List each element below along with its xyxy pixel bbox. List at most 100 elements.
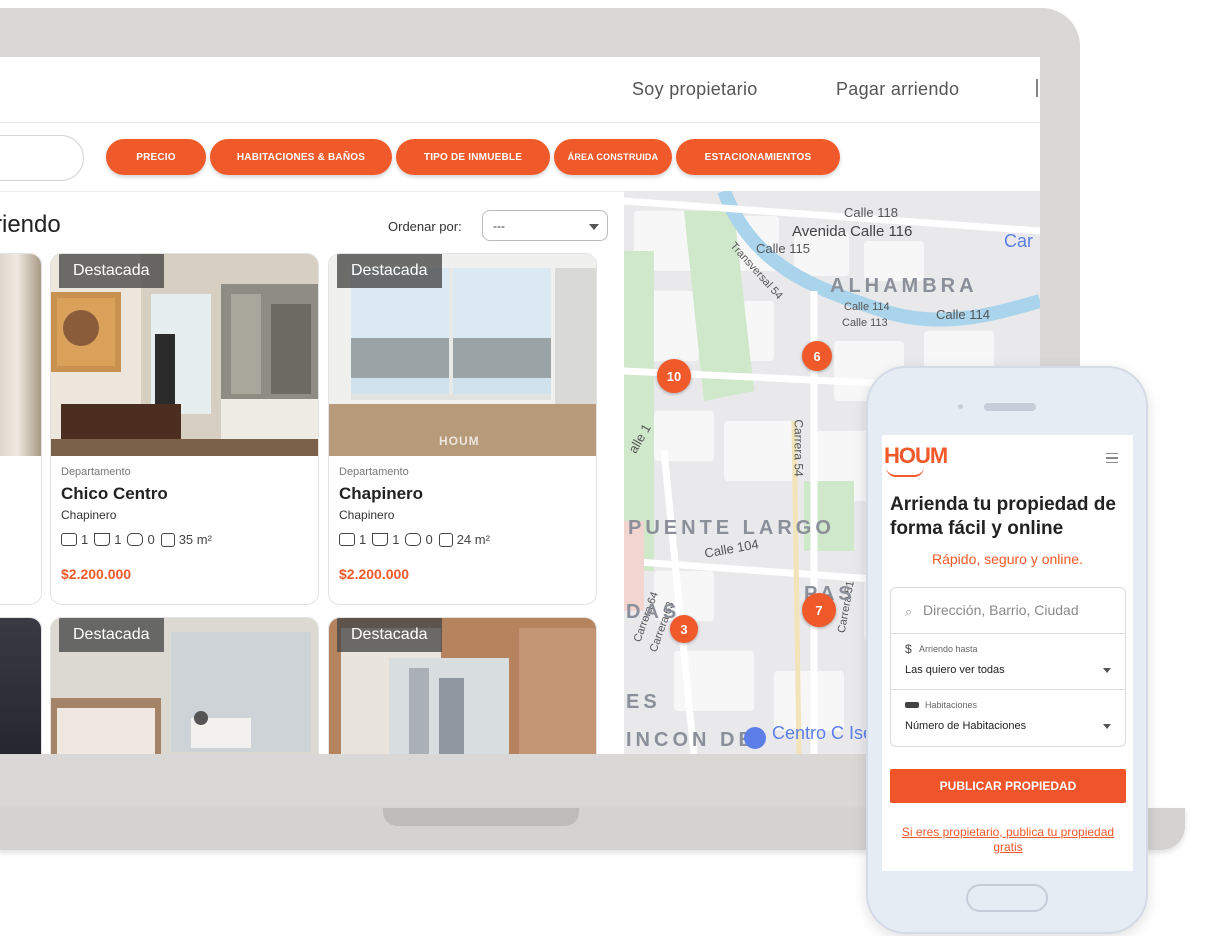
max-rent-select[interactable]: $ Arriendo hasta Las quiero ver todas	[891, 634, 1125, 690]
district-label: ES	[626, 691, 661, 713]
owner-publish-link[interactable]: Si eres propietario, publica tu propieda…	[894, 825, 1122, 855]
street-label: Calle 114	[936, 307, 990, 322]
chevron-down-icon	[1103, 724, 1111, 729]
rooms-select[interactable]: Habitaciones Número de Habitaciones	[891, 690, 1125, 748]
district-label: ALHAMBRA	[830, 275, 978, 297]
parking-count: 0	[147, 532, 155, 547]
featured-badge: Destacada	[337, 618, 442, 652]
dollar-icon: $	[905, 642, 912, 656]
property-photo	[0, 254, 41, 456]
address-search-input[interactable]: ⌕ Dirección, Barrio, Ciudad	[891, 588, 1125, 634]
home-button[interactable]	[966, 884, 1048, 912]
max-rent-value: Las quiero ver todas	[905, 664, 1005, 676]
filter-rooms-baths-button[interactable]: HABITACIONES & BAÑOS	[210, 139, 392, 175]
property-card-partial[interactable]	[0, 253, 42, 605]
property-size: 35 m²	[178, 532, 212, 547]
nav-link-pay-rent[interactable]: Pagar arriendo	[836, 79, 959, 100]
filter-property-type-button[interactable]: TIPO DE INMUEBLE	[396, 139, 550, 175]
nav-link-owner[interactable]: Soy propietario	[632, 79, 758, 100]
logo-smile	[886, 467, 924, 477]
property-photo: Destacada HOUM	[329, 254, 596, 456]
property-photo: Destacada	[51, 618, 318, 754]
street-label: Carrera 54	[791, 419, 806, 477]
car-icon	[405, 533, 422, 546]
street-label: Calle 113	[842, 317, 888, 329]
property-name: Chico Centro	[61, 484, 168, 503]
property-card[interactable]: Destacada HOUM Departamento Chapinero Ch…	[328, 253, 597, 605]
map-cluster-marker[interactable]: 6	[802, 341, 832, 371]
divider	[0, 191, 624, 192]
top-navigation: Soy propietario Pagar arriendo	[0, 57, 1040, 123]
property-price: $2.200.000	[61, 566, 132, 582]
address-placeholder: Dirección, Barrio, Ciudad	[923, 602, 1079, 618]
houm-watermark: HOUM	[439, 434, 480, 448]
featured-badge: Destacada	[337, 254, 442, 288]
property-name: Chapinero	[339, 484, 424, 503]
bath-icon	[94, 533, 111, 546]
area-icon	[438, 532, 453, 547]
property-photo: Destacada	[329, 618, 596, 754]
hero-title: Arrienda tu propiedad de forma fácil y o…	[890, 494, 1116, 539]
search-form: ⌕ Dirección, Barrio, Ciudad $ Arriendo h…	[890, 587, 1126, 747]
street-label: Car	[1004, 231, 1034, 251]
district-label: INCON DE	[626, 729, 756, 751]
area-icon	[160, 532, 175, 547]
street-label: Calle 114	[844, 301, 890, 313]
chevron-down-icon	[589, 224, 599, 230]
speaker-grille	[984, 403, 1036, 411]
featured-badge: Destacada	[59, 618, 164, 652]
map-cluster-marker[interactable]: 7	[802, 593, 836, 627]
nav-link-truncated[interactable]	[1036, 79, 1038, 97]
filter-built-area-button[interactable]: ÁREA CONSTRUIDA	[554, 139, 672, 175]
bath-count: 1	[114, 532, 122, 547]
shopping-bag-icon	[744, 727, 766, 749]
property-type: Departamento	[61, 466, 131, 478]
max-rent-label: Arriendo hasta	[919, 644, 978, 654]
property-photo: Destacada	[51, 254, 318, 456]
hamburger-menu-icon[interactable]	[1106, 453, 1118, 463]
property-size: 24 m²	[456, 532, 490, 547]
property-type: Departamento	[339, 466, 409, 478]
publish-property-button[interactable]: PUBLICAR PROPIEDAD	[890, 769, 1126, 803]
property-card[interactable]: Destacada	[328, 617, 597, 754]
bed-icon	[905, 702, 919, 708]
bed-icon	[339, 533, 355, 546]
filter-price-button[interactable]: PRECIO	[106, 139, 206, 175]
phone-screen: HOUM Arrienda tu propiedad de forma fáci…	[882, 435, 1133, 871]
bed-icon	[61, 533, 77, 546]
car-icon	[127, 533, 144, 546]
chevron-down-icon	[1103, 668, 1111, 673]
property-card[interactable]: Destacada Departamento Chico Centro Chap…	[50, 253, 319, 605]
property-area: Chapinero	[339, 508, 395, 522]
room-count: 1	[359, 532, 367, 547]
property-features: 1 1 0 35 m²	[61, 532, 212, 547]
laptop-notch	[383, 808, 579, 826]
houm-logo[interactable]: HOUM	[884, 443, 948, 469]
property-card-partial[interactable]	[0, 617, 42, 754]
property-features: 1 1 0 24 m²	[339, 532, 490, 547]
property-price: $2.200.000	[339, 566, 410, 582]
camera-icon	[958, 404, 963, 409]
phone-frame: HOUM Arrienda tu propiedad de forma fáci…	[866, 366, 1148, 934]
street-label: Calle 118	[844, 205, 898, 220]
sort-select[interactable]: ---	[482, 210, 608, 241]
district-label: PUENTE LARGO	[628, 517, 835, 539]
sort-value: ---	[493, 219, 505, 233]
property-area: Chapinero	[61, 508, 117, 522]
map-cluster-marker[interactable]: 3	[670, 615, 698, 643]
property-photo	[0, 618, 41, 754]
property-card[interactable]: Destacada	[50, 617, 319, 754]
results-title: riendo	[0, 211, 61, 238]
rooms-label: Habitaciones	[925, 700, 978, 710]
featured-badge: Destacada	[59, 254, 164, 288]
room-count: 1	[81, 532, 89, 547]
search-input[interactable]	[0, 135, 84, 181]
search-icon: ⌕	[905, 604, 913, 619]
filter-parking-button[interactable]: ESTACIONAMIENTOS	[676, 139, 840, 175]
bath-icon	[372, 533, 389, 546]
sort-label: Ordenar por:	[388, 219, 462, 234]
street-label: Calle 115	[756, 241, 810, 256]
map-cluster-marker[interactable]: 10	[657, 359, 691, 393]
street-label: Avenida Calle 116	[792, 223, 913, 240]
parking-count: 0	[425, 532, 433, 547]
